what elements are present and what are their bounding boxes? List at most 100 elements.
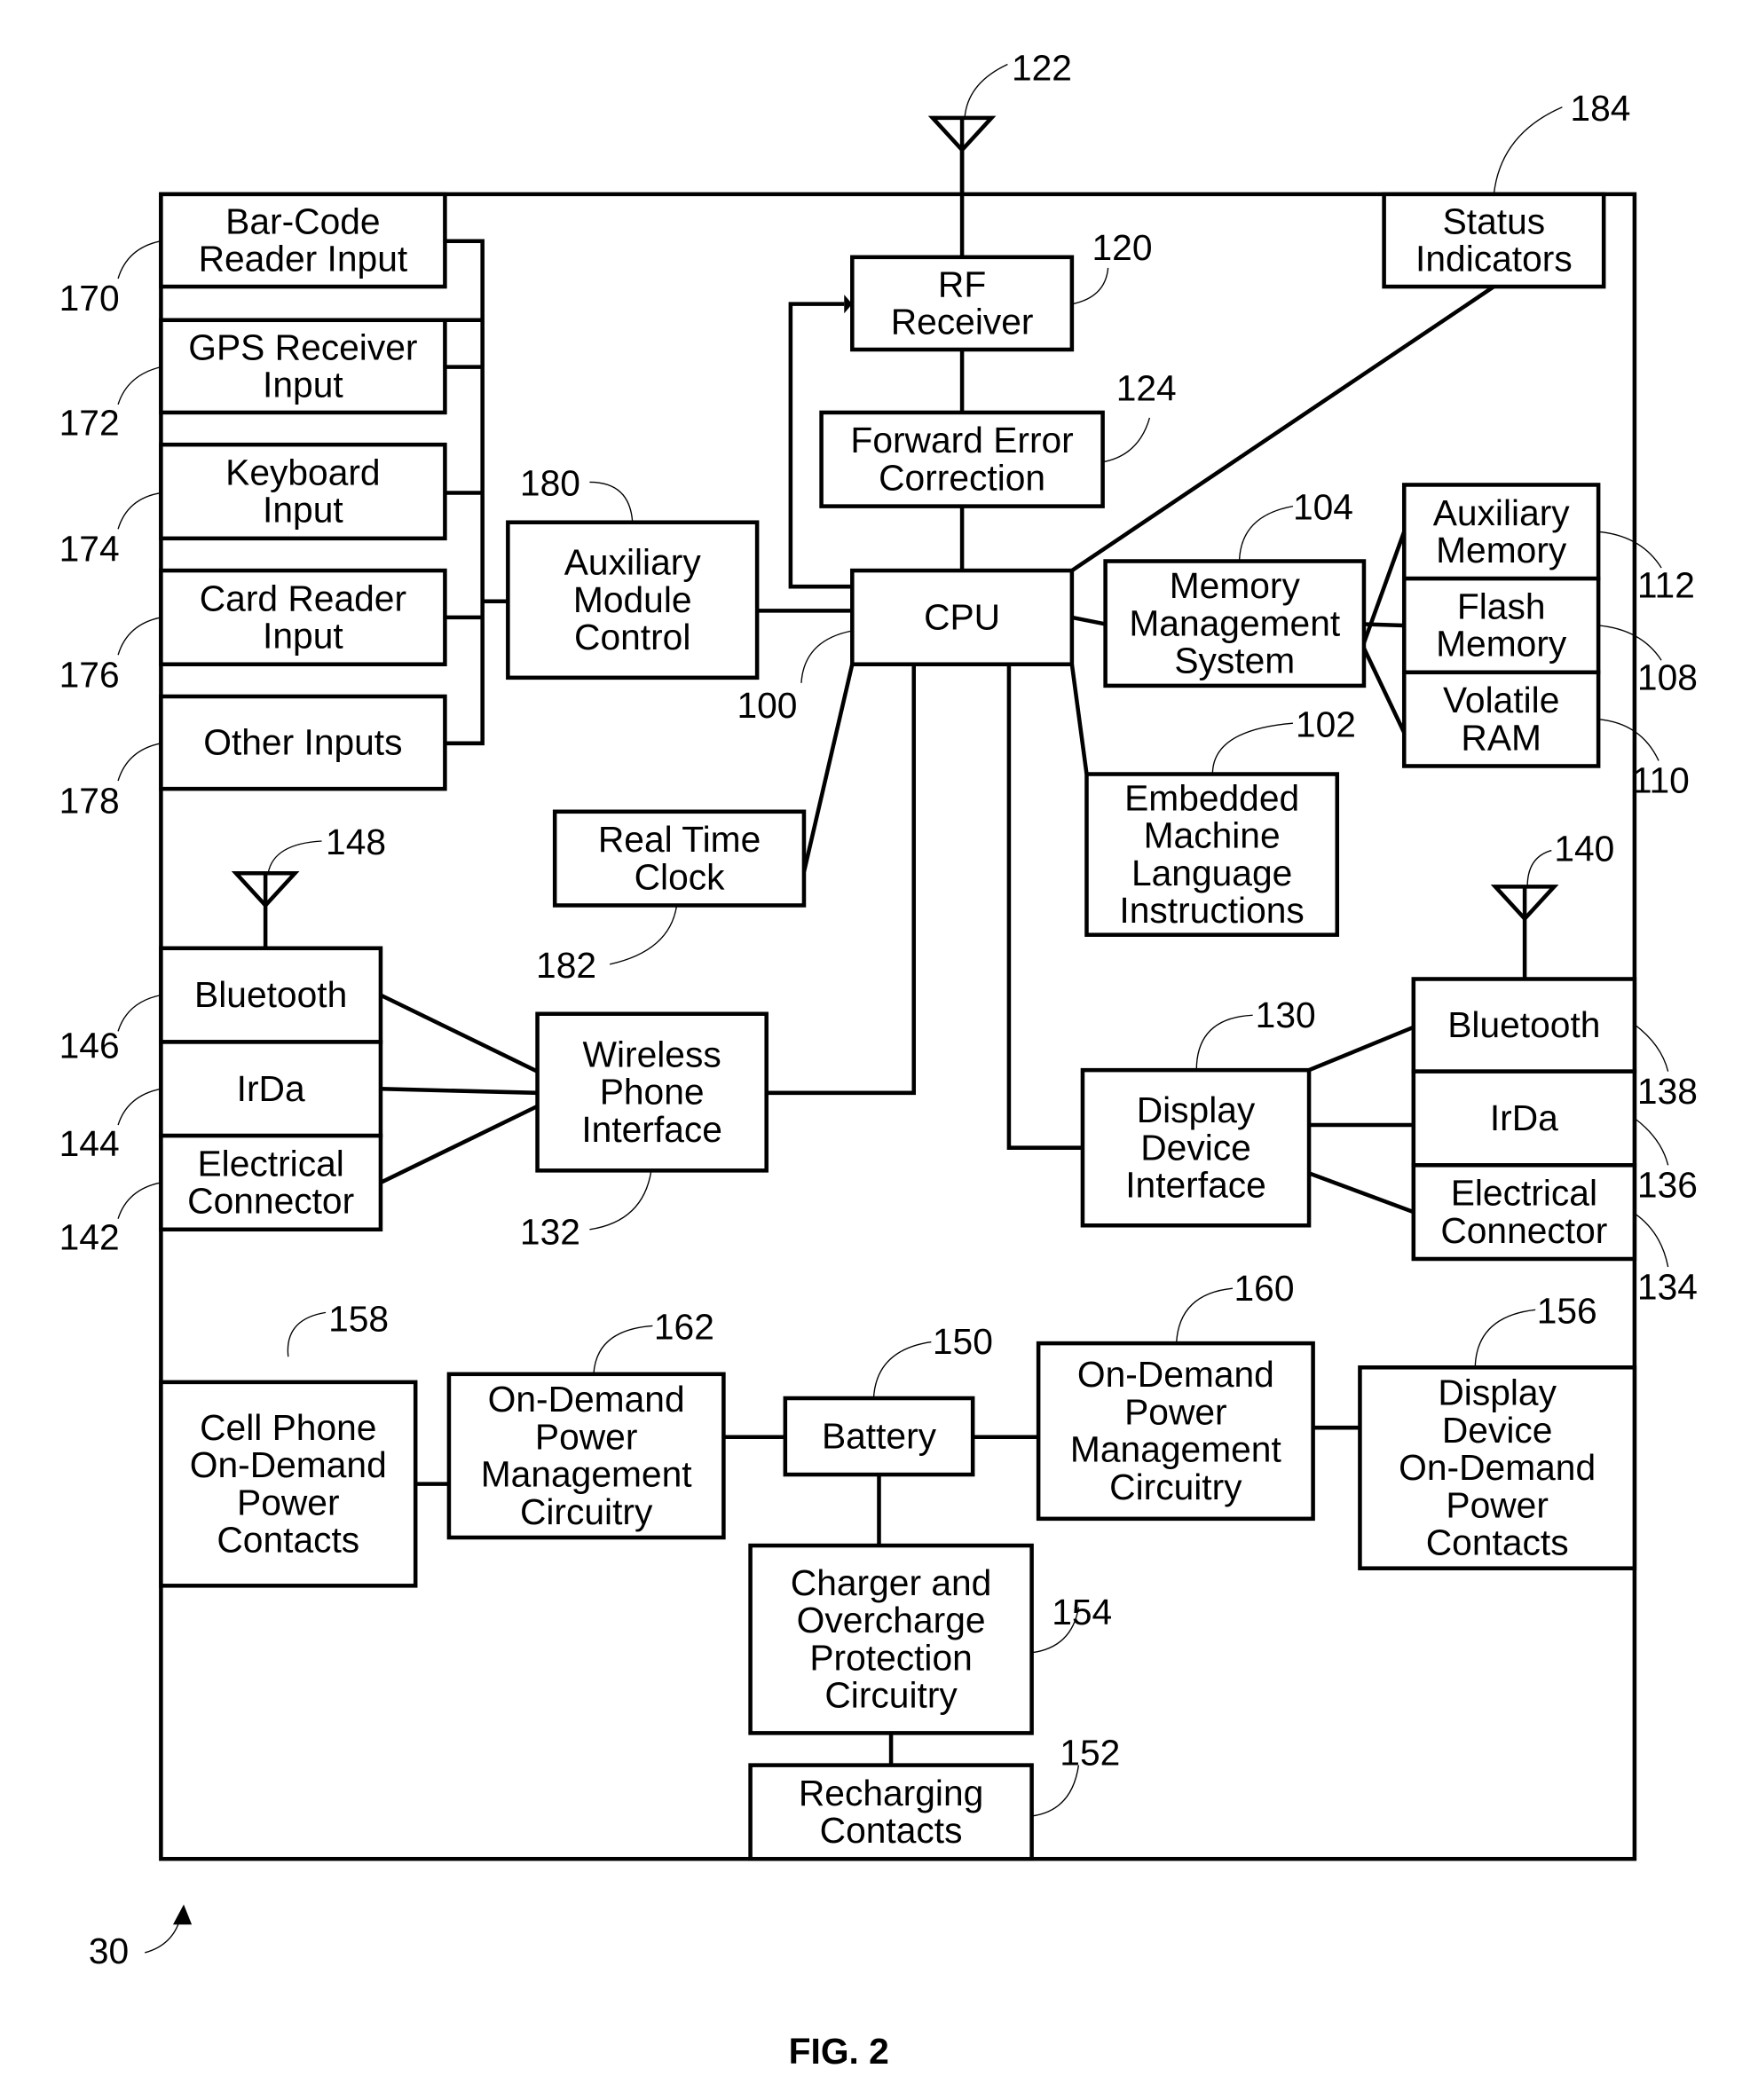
reference-numeral: 108	[1637, 657, 1698, 697]
block-label: Battery	[822, 1416, 937, 1457]
connection-line	[1308, 1171, 1415, 1215]
block-label: On-Demand	[1399, 1447, 1596, 1488]
reference-numeral: 104	[1293, 487, 1353, 528]
reference-numeral: 138	[1637, 1071, 1698, 1112]
reference-numeral: 100	[737, 685, 797, 726]
block-odpm_right: On-DemandPowerManagementCircuitry	[1036, 1341, 1315, 1522]
block-label: Instructions	[1119, 890, 1304, 931]
figure-caption: FIG. 2	[789, 2031, 889, 2072]
reference-numeral: 148	[326, 822, 386, 862]
block-label: Circuitry	[520, 1491, 653, 1532]
leader-line	[800, 630, 853, 683]
leader-line	[872, 1341, 932, 1399]
connection-line	[1006, 664, 1083, 1150]
block-label: Auxiliary	[1433, 492, 1571, 533]
block-label: Circuitry	[1109, 1467, 1242, 1507]
block-cardreader: Card ReaderInput	[159, 568, 447, 667]
block-label: Memory	[1436, 530, 1567, 570]
reference-numeral: 136	[1637, 1165, 1698, 1206]
block-label: Input	[263, 616, 343, 657]
block-label: Forward Error	[850, 420, 1073, 460]
block-label: Volatile	[1443, 680, 1559, 720]
block-label: Recharging	[799, 1773, 983, 1813]
reference-numeral: 172	[59, 403, 120, 444]
block-mms: MemoryManagementSystem	[1103, 559, 1367, 688]
leader-line	[117, 743, 162, 782]
block-label: Charger and	[791, 1562, 992, 1603]
block-label: Management	[1070, 1429, 1282, 1470]
reference-numeral: 170	[59, 278, 120, 319]
block-label: Interface	[1125, 1165, 1266, 1206]
reference-numeral: 154	[1052, 1592, 1112, 1632]
block-rtc: Real TimeClock	[552, 809, 807, 908]
leader-line	[1493, 106, 1563, 194]
block-label: Contacts	[1426, 1522, 1569, 1563]
block-label: Management	[481, 1454, 693, 1495]
leader-line	[117, 1182, 162, 1219]
block-rf: RFReceiver	[850, 255, 1075, 352]
block-label: Device	[1140, 1127, 1251, 1168]
connection-line	[1071, 615, 1107, 626]
leader-line	[1634, 1024, 1669, 1072]
block-label: Auxiliary	[564, 542, 702, 583]
block-label: Power	[237, 1482, 340, 1522]
block-recharging: RechargingContacts	[748, 1763, 1034, 1861]
block-label: Device	[1442, 1410, 1553, 1451]
block-label: Clock	[635, 856, 726, 897]
block-label: CPU	[924, 596, 1000, 637]
block-ddi: DisplayDeviceInterface	[1080, 1067, 1312, 1228]
block-auxmodule: AuxiliaryModuleControl	[506, 520, 760, 680]
block-flash: FlashMemory	[1401, 576, 1601, 675]
antenna-icon	[927, 115, 997, 194]
antenna-icon	[231, 870, 300, 948]
block-label: Connector	[187, 1181, 354, 1222]
reference-numeral: 150	[933, 1321, 993, 1362]
block-keyboard: KeyboardInput	[159, 442, 447, 541]
block-label: Contacts	[217, 1520, 359, 1561]
block-label: Wireless	[583, 1034, 721, 1074]
block-status: StatusIndicators	[1382, 192, 1606, 289]
block-otherinputs: Other Inputs	[159, 694, 447, 791]
block-label: Electrical	[1451, 1173, 1597, 1214]
block-label: Power	[1446, 1484, 1549, 1525]
leader-line	[1598, 718, 1659, 761]
leader-line	[117, 492, 162, 530]
block-fec: Forward ErrorCorrection	[819, 410, 1105, 508]
block-cpu: CPU	[850, 568, 1075, 667]
leader-line	[287, 1311, 327, 1357]
block-label: Display	[1137, 1089, 1256, 1130]
reference-numeral: 142	[59, 1216, 120, 1257]
block-label: Card Reader	[200, 578, 406, 618]
reference-numeral: 112	[1637, 564, 1695, 605]
blocks: Bar-CodeReader Input GPS ReceiverInput Key…	[159, 192, 1637, 1861]
block-label: Reader Input	[199, 239, 408, 279]
reference-numeral: 174	[59, 529, 120, 570]
reference-numeral: 180	[520, 463, 580, 504]
block-label: Phone	[600, 1072, 705, 1113]
leader-line	[1474, 1309, 1536, 1368]
block-label: IrDa	[1490, 1097, 1558, 1138]
block-cellcontacts: Cell PhoneOn-DemandPowerContacts	[159, 1380, 418, 1588]
block-label: Correction	[879, 458, 1045, 499]
block-label: Keyboard	[225, 452, 380, 492]
block-barcode: Bar-CodeReader Input	[159, 192, 447, 289]
leader-line	[1598, 531, 1662, 569]
block-label: Bluetooth	[194, 974, 347, 1015]
block-label: Connector	[1440, 1210, 1607, 1251]
reference-numeral: 144	[59, 1123, 120, 1164]
block-label: Bluetooth	[1447, 1004, 1600, 1045]
block-battery: Battery	[783, 1396, 975, 1477]
connection-line	[379, 993, 539, 1074]
block-label: Protection	[809, 1637, 972, 1678]
block-label: Management	[1129, 602, 1341, 643]
reference-numeral: 176	[59, 654, 120, 695]
block-gps: GPS ReceiverInput	[159, 318, 447, 415]
block-label: RAM	[1461, 717, 1541, 758]
leader-line	[1634, 1213, 1669, 1268]
block-label: Receiver	[891, 302, 1034, 342]
block-label: Language	[1131, 853, 1292, 893]
block-label: On-Demand	[190, 1444, 387, 1485]
reference-numeral: 160	[1234, 1268, 1295, 1309]
connection-line	[1308, 1025, 1415, 1073]
block-label: Real Time	[598, 819, 761, 860]
